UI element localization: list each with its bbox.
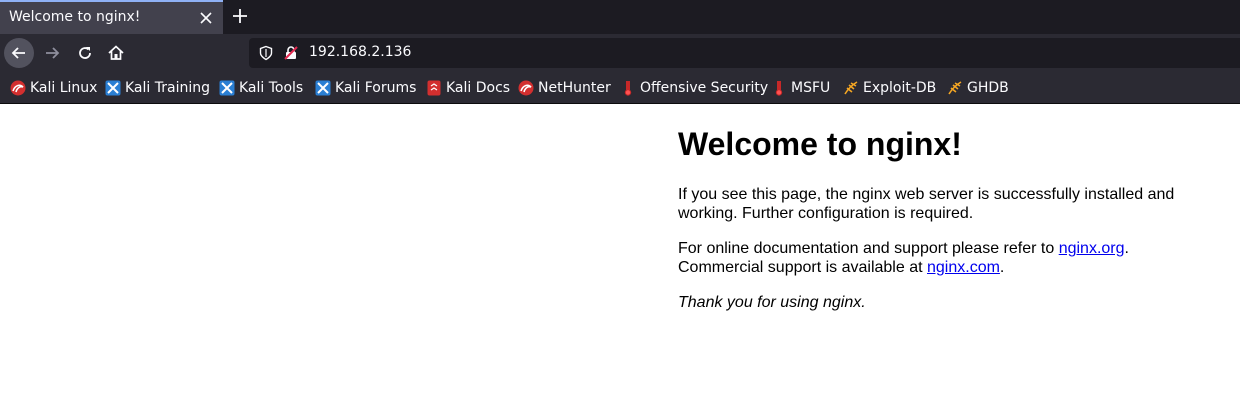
period-text: .: [1124, 240, 1129, 257]
insecure-lock-icon[interactable]: [283, 45, 299, 65]
kali-docs-icon: [426, 80, 442, 96]
nginx-com-link[interactable]: nginx.com: [927, 259, 1000, 276]
bookmark-label: MSFU: [791, 80, 831, 96]
close-icon[interactable]: [196, 8, 216, 28]
tab-active[interactable]: Welcome to nginx!: [0, 0, 223, 34]
kali-forums-icon: [315, 80, 331, 96]
forward-button[interactable]: [37, 38, 67, 68]
url-text[interactable]: 192.168.2.136: [309, 44, 411, 60]
bookmark-label: Kali Training: [125, 80, 210, 96]
kali-tools-icon: [219, 80, 235, 96]
exploit-db-icon: [843, 80, 859, 96]
intro-paragraph: If you see this page, the nginx web serv…: [678, 186, 1175, 222]
home-icon: [108, 45, 124, 60]
page-viewport: Welcome to nginx! If you see this page, …: [0, 105, 1240, 403]
page-heading: Welcome to nginx!: [678, 126, 962, 162]
bookmark-label: Kali Tools: [239, 80, 304, 96]
offsec-icon: [620, 80, 636, 96]
nginx-org-link[interactable]: nginx.org: [1059, 240, 1125, 257]
bookmark-label: NetHunter: [538, 80, 611, 96]
tab-strip: Welcome to nginx!: [0, 0, 1240, 34]
kali-dragon-icon: [10, 80, 26, 96]
thank-you-text: Thank you for using nginx.: [678, 294, 866, 311]
url-bar[interactable]: 192.168.2.136: [249, 38, 1240, 68]
reload-button[interactable]: [70, 38, 100, 68]
arrow-right-icon: [46, 47, 60, 59]
bookmark-label: Kali Docs: [446, 80, 511, 96]
kali-training-icon: [105, 80, 121, 96]
msfu-icon: [771, 80, 787, 96]
bookmark-label: Kali Forums: [335, 80, 417, 96]
bookmark-label: GHDB: [967, 80, 1009, 96]
page-content: Welcome to nginx! If you see this page, …: [678, 125, 1218, 328]
reload-icon: [79, 47, 91, 59]
shield-icon[interactable]: [258, 45, 274, 65]
bookmarks-toolbar: Kali Linux Kali Training Kali Tools Kali…: [0, 72, 1240, 104]
bookmark-label: Kali Linux: [30, 80, 98, 96]
bookmark-label: Exploit-DB: [863, 80, 937, 96]
back-button[interactable]: [4, 38, 34, 68]
support-paragraph: For online documentation and support ple…: [678, 239, 1218, 277]
navigation-toolbar: 192.168.2.136: [0, 34, 1240, 72]
commercial-text: Commercial support is available at: [678, 259, 927, 276]
home-button[interactable]: [101, 38, 131, 68]
support-text: For online documentation and support ple…: [678, 240, 1059, 257]
arrow-left-icon: [11, 47, 25, 59]
nethunter-icon: [518, 80, 534, 96]
tab-title: Welcome to nginx!: [9, 9, 141, 25]
bookmark-label: Offensive Security: [640, 80, 769, 96]
ghdb-icon: [947, 80, 963, 96]
period-text: .: [999, 259, 1005, 276]
new-tab-icon[interactable]: [229, 5, 251, 27]
